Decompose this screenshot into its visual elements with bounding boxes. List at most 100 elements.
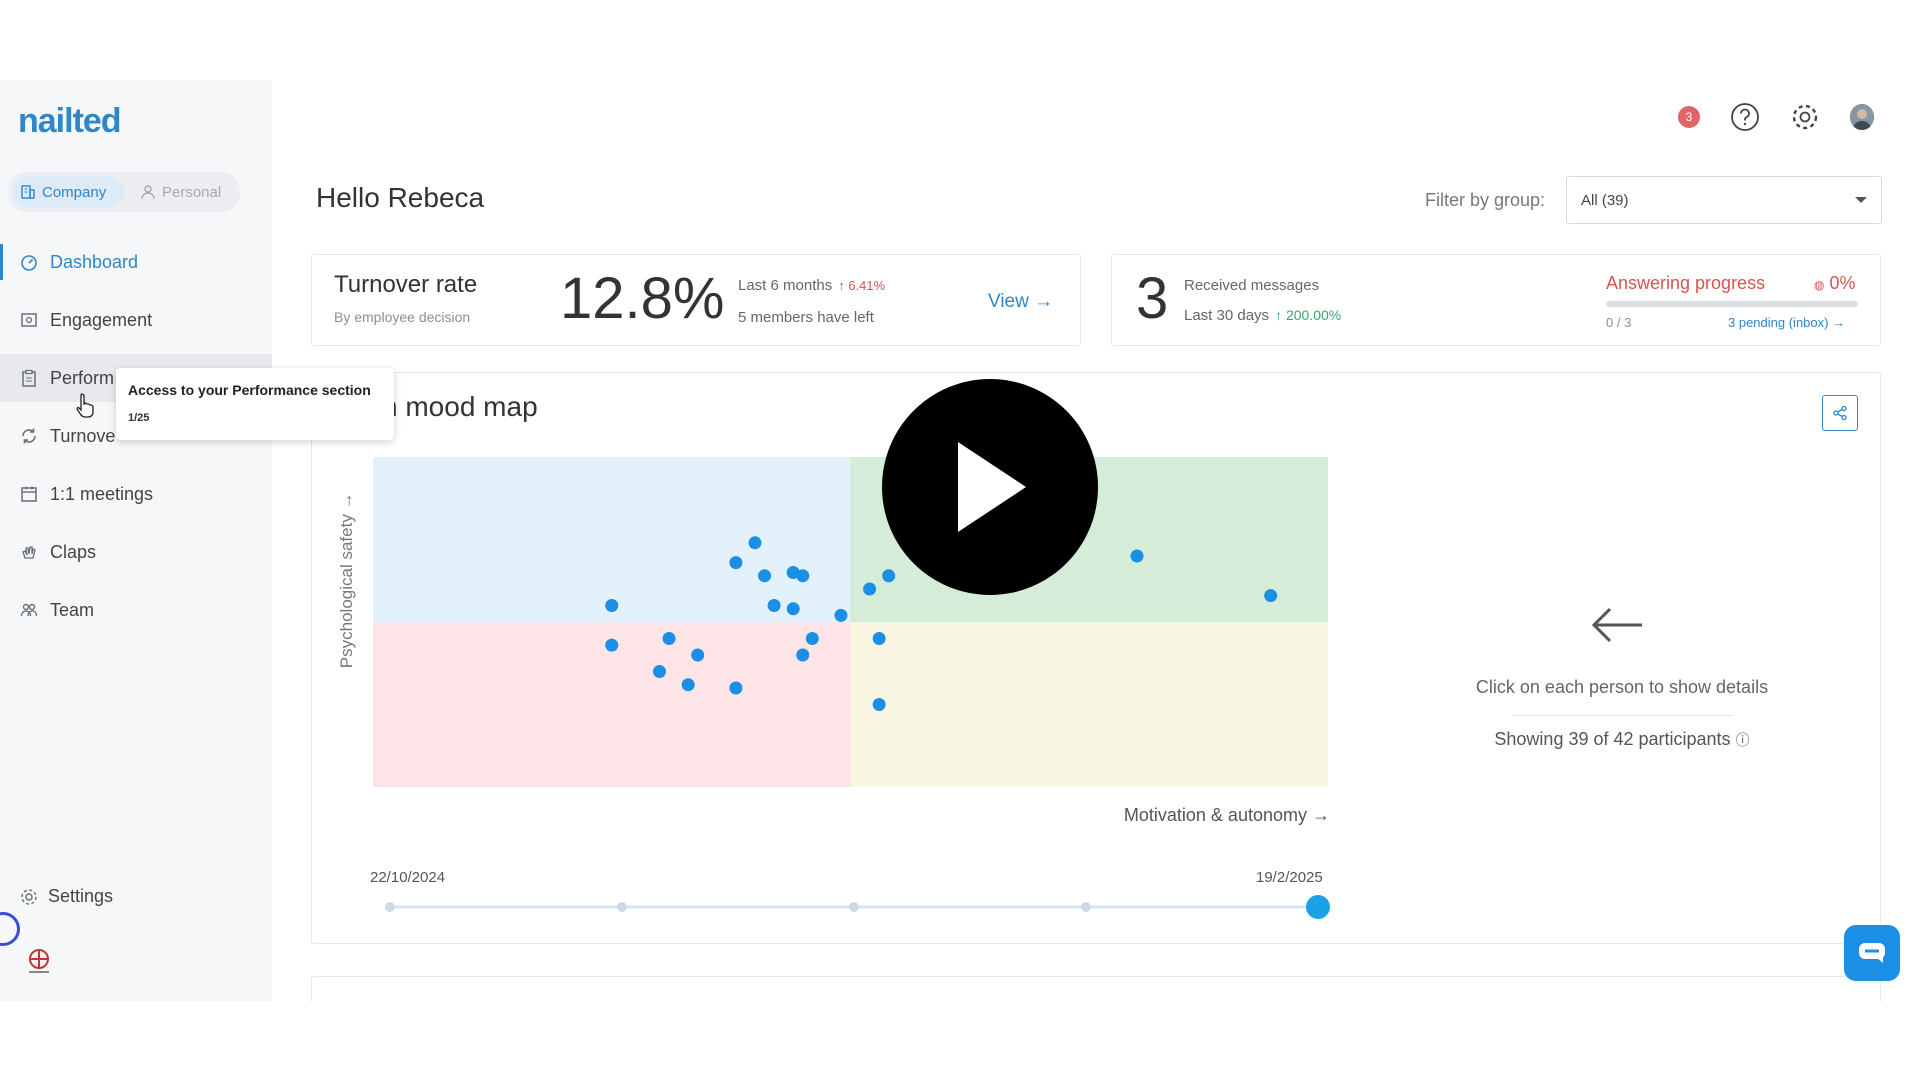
group-filter-value: All (39) [1581, 191, 1629, 209]
chevron-down-icon [1855, 197, 1867, 203]
participant-point[interactable] [605, 638, 619, 652]
quadrant-top-left [373, 457, 851, 622]
participant-point[interactable] [1264, 589, 1278, 603]
page-title: Hello Rebeca [316, 182, 485, 213]
turnover-view-link[interactable]: View → [988, 291, 1053, 313]
answering-count: 0 / 3 [1606, 315, 1632, 330]
participant-point[interactable] [834, 608, 848, 622]
dashboard-icon [21, 255, 37, 271]
slider-step[interactable] [617, 902, 627, 912]
participant-point[interactable] [691, 648, 705, 662]
participant-point[interactable] [863, 582, 877, 596]
answering-progress-percent: ◍ 0% [1814, 273, 1856, 294]
user-avatar[interactable] [1850, 104, 1874, 130]
sidebar-item-label: Engagement [50, 309, 153, 330]
warning-icon: ◍ [1814, 278, 1825, 292]
sidebar-item-team[interactable]: Team [0, 586, 272, 634]
sidebar-item-dashboard[interactable]: Dashboard [0, 238, 272, 286]
scope-company-button[interactable]: Company [12, 176, 124, 208]
slider-step[interactable] [385, 902, 395, 912]
turnover-delta: ↑ 6.41% [838, 278, 886, 293]
tooltip-step: 1/25 [128, 412, 150, 424]
participant-point[interactable] [1130, 549, 1144, 563]
notification-badge[interactable]: 3 [1678, 106, 1700, 128]
participant-point[interactable] [758, 569, 772, 583]
slider-handle[interactable] [1306, 895, 1330, 919]
slider-end-date: 19/2/2025 [1256, 869, 1323, 886]
participant-point[interactable] [653, 665, 666, 678]
slider-step[interactable] [849, 902, 859, 912]
participant-point[interactable] [662, 632, 676, 645]
video-play-button[interactable] [882, 379, 1098, 595]
answering-pct-value: 0% [1829, 273, 1856, 293]
participant-point[interactable] [729, 556, 743, 570]
participant-point[interactable] [796, 648, 810, 662]
organization-logo [29, 949, 49, 973]
chat-button[interactable] [1844, 925, 1900, 981]
messages-period-label: Last 30 days [1184, 307, 1270, 324]
messages-delta-value: 200.00% [1285, 307, 1342, 323]
scope-personal-button[interactable]: Personal [132, 176, 240, 208]
participant-point[interactable] [882, 569, 896, 583]
sidebar-item-label: Turnove [50, 425, 116, 446]
participant-point[interactable] [729, 681, 743, 695]
share-button[interactable] [1822, 395, 1858, 431]
messages-delta: ↑ 200.00% [1275, 307, 1342, 323]
group-filter-select[interactable]: All (39) [1566, 176, 1882, 224]
participant-point[interactable] [796, 569, 810, 583]
answering-progress-bar [1606, 301, 1858, 307]
participant-point[interactable] [786, 602, 800, 616]
sidebar-item-label: 1:1 meetings [50, 483, 154, 504]
logo: nailted [18, 102, 122, 140]
participant-point[interactable] [605, 599, 619, 612]
turnover-rate: 12.8% [560, 266, 725, 331]
slider-step[interactable] [1081, 902, 1091, 912]
chat-icon [1859, 943, 1885, 963]
gear-icon [21, 888, 37, 905]
messages-count: 3 [1136, 266, 1169, 331]
refresh-icon [22, 428, 36, 444]
sidebar-item-settings[interactable]: Settings [20, 886, 113, 907]
participant-point[interactable] [872, 698, 886, 711]
time-slider[interactable] [385, 895, 1330, 919]
turnover-period-label: Last 6 months [738, 277, 833, 294]
answering-progress-title: Answering progress [1606, 273, 1766, 293]
tooltip-title: Access to your Performance section [128, 382, 371, 398]
x-axis-label: Motivation & autonomy → [1124, 805, 1330, 825]
divider [1512, 715, 1732, 716]
details-hint: Click on each person to show details [1475, 677, 1769, 697]
topbar-icons: 3 [1678, 102, 1874, 132]
turnover-delta-value: 6.41% [848, 278, 886, 293]
participant-point[interactable] [805, 632, 819, 645]
onboarding-tooltip: Access to your Performance section 1/25 [116, 368, 394, 440]
help-icon[interactable] [1730, 102, 1760, 132]
team-icon [20, 603, 38, 617]
participant-point[interactable] [681, 678, 695, 692]
participant-point[interactable] [872, 632, 886, 645]
participants-count: Showing 39 of 42 participants ⓘ [1462, 729, 1782, 750]
sidebar: nailted Company Personal Dashboard Engag… [0, 80, 272, 1001]
messages-label: Received messages [1184, 277, 1320, 294]
assistant-ring-icon[interactable] [0, 912, 20, 946]
view-label: View [988, 291, 1029, 312]
sidebar-item-label: Dashboard [50, 251, 139, 272]
pending-label: 3 pending (inbox) [1728, 315, 1829, 330]
sidebar-item-meetings[interactable]: 1:1 meetings [0, 470, 272, 518]
pending-inbox-link[interactable]: 3 pending (inbox) → [1728, 315, 1845, 330]
participant-point[interactable] [748, 536, 762, 550]
claps-icon [22, 546, 36, 559]
mood-map-card: n mood map Psychological safety → Motiva… [311, 372, 1881, 944]
scope-company-label: Company [42, 183, 107, 201]
y-axis-label: Psychological safety → [337, 492, 356, 668]
settings-gear-icon[interactable] [1790, 102, 1820, 132]
sidebar-item-claps[interactable]: Claps [0, 528, 272, 576]
quadrant-bottom-right [850, 622, 1328, 787]
arrow-left-icon [1591, 607, 1642, 643]
sidebar-item-engagement[interactable]: Engagement [0, 296, 272, 344]
turnover-title: Turnover rate [334, 271, 478, 298]
info-icon: ⓘ [1735, 732, 1750, 748]
share-icon [1833, 405, 1847, 421]
participant-point[interactable] [767, 599, 781, 612]
slider-start-date: 22/10/2024 [370, 869, 446, 886]
messages-card: 3 Received messages Last 30 days ↑ 200.00… [1111, 254, 1881, 346]
